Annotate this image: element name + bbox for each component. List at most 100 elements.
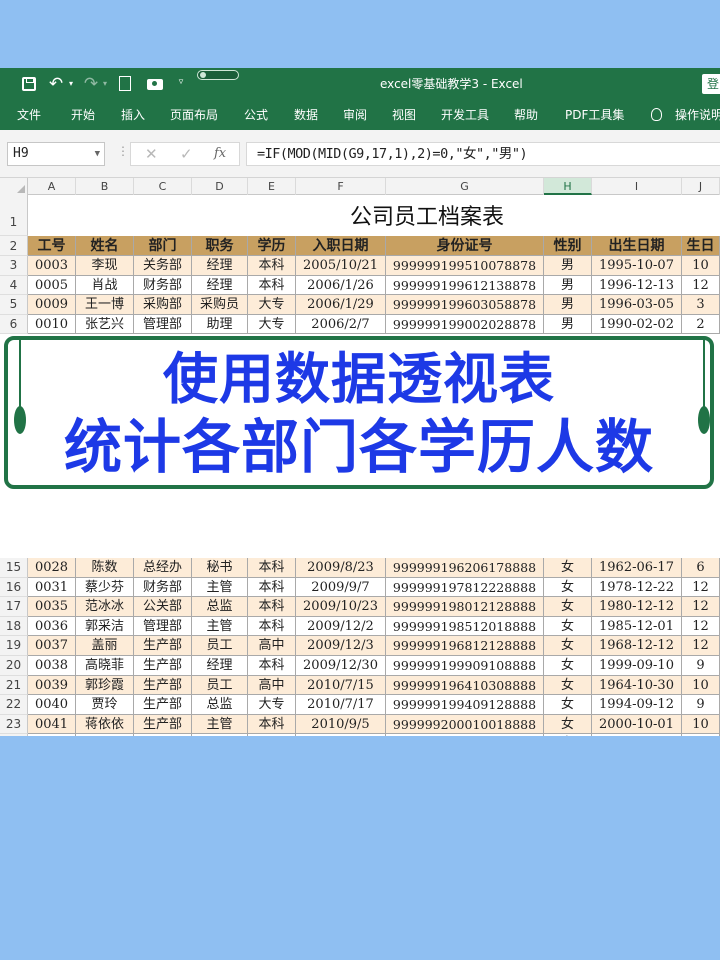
- table-cell[interactable]: 男: [544, 275, 592, 296]
- table-cell[interactable]: 999999199409128888: [386, 695, 544, 715]
- table-cell[interactable]: 1985-12-01: [592, 616, 682, 637]
- enter-icon[interactable]: ✓: [180, 144, 193, 164]
- table-cell[interactable]: 999999196812128888: [386, 636, 544, 656]
- table-cell[interactable]: 999999198512018888: [386, 616, 544, 637]
- table-cell[interactable]: 本科: [248, 616, 296, 637]
- cancel-icon[interactable]: ✕: [145, 144, 158, 164]
- tab-9[interactable]: 帮助: [514, 100, 538, 130]
- table-cell[interactable]: 2010/7/17: [296, 695, 386, 715]
- table-cell[interactable]: 女: [544, 577, 592, 598]
- row-header[interactable]: 18: [0, 616, 28, 637]
- header-cell[interactable]: 部门: [134, 236, 192, 256]
- table-cell[interactable]: 10: [682, 714, 720, 735]
- header-cell[interactable]: 入职日期: [296, 236, 386, 256]
- sheet-title[interactable]: 公司员工档案表: [134, 195, 720, 236]
- table-cell[interactable]: 男: [544, 295, 592, 315]
- row-header[interactable]: 23: [0, 714, 28, 735]
- tab-3[interactable]: 页面布局: [170, 100, 218, 130]
- table-cell[interactable]: 1996-12-13: [592, 275, 682, 296]
- table-cell[interactable]: 999999199612138878: [386, 275, 544, 296]
- table-cell[interactable]: 0028: [28, 558, 76, 578]
- table-cell[interactable]: 生产部: [134, 714, 192, 735]
- header-cell[interactable]: 生日: [682, 236, 720, 256]
- table-cell[interactable]: 999999199909108888: [386, 656, 544, 676]
- autosave-toggle[interactable]: [197, 70, 239, 80]
- table-cell[interactable]: 0003: [28, 256, 76, 276]
- table-cell[interactable]: 主管: [192, 714, 248, 735]
- table-cell[interactable]: 本科: [248, 558, 296, 578]
- table-cell[interactable]: 秘书: [192, 558, 248, 578]
- column-header-E[interactable]: E: [248, 178, 296, 195]
- table-cell[interactable]: 1995-10-07: [592, 256, 682, 276]
- table-cell[interactable]: 1999-09-10: [592, 656, 682, 676]
- row-header[interactable]: 20: [0, 656, 28, 676]
- table-cell[interactable]: 经理: [192, 256, 248, 276]
- table-cell[interactable]: 蔡少芬: [76, 577, 134, 598]
- insert-function-icon[interactable]: fx: [214, 144, 226, 164]
- table-cell[interactable]: 12: [682, 597, 720, 617]
- row-header[interactable]: 5: [0, 295, 28, 315]
- table-cell[interactable]: 1970-01-02: [592, 734, 682, 736]
- table-cell[interactable]: 女: [544, 597, 592, 617]
- table-cell[interactable]: 主管: [192, 577, 248, 598]
- table-cell[interactable]: 0040: [28, 695, 76, 715]
- column-header-A[interactable]: A: [28, 178, 76, 195]
- table-cell[interactable]: 2005/10/21: [296, 256, 386, 276]
- table-cell[interactable]: 2009/12/3: [296, 636, 386, 656]
- signin-button[interactable]: 登: [702, 74, 720, 94]
- table-cell[interactable]: 2006/1/29: [296, 295, 386, 315]
- table-cell[interactable]: 2000-10-01: [592, 714, 682, 735]
- table-cell[interactable]: 大专: [248, 295, 296, 315]
- table-cell[interactable]: 1978-12-22: [592, 577, 682, 598]
- table-cell[interactable]: 999999199002028878: [386, 314, 544, 335]
- table-cell[interactable]: 公关部: [134, 597, 192, 617]
- table-cell[interactable]: 1962-06-17: [592, 558, 682, 578]
- table-cell[interactable]: 9: [682, 695, 720, 715]
- table-cell[interactable]: 2009/9/7: [296, 577, 386, 598]
- column-header-B[interactable]: B: [76, 178, 134, 195]
- row-header[interactable]: 16: [0, 577, 28, 598]
- table-cell[interactable]: 999999197812228888: [386, 577, 544, 598]
- table-cell[interactable]: 2006/2/7: [296, 314, 386, 335]
- table-cell[interactable]: 本科: [248, 577, 296, 598]
- column-header-G[interactable]: G: [386, 178, 544, 195]
- undo-icon[interactable]: ↶: [47, 74, 65, 94]
- row-header-1[interactable]: 1: [0, 195, 28, 236]
- camera-icon[interactable]: [145, 74, 165, 94]
- table-cell[interactable]: 肖战: [76, 275, 134, 296]
- table-cell[interactable]: 2010/7/15: [296, 675, 386, 696]
- column-header-I[interactable]: I: [592, 178, 682, 195]
- table-cell[interactable]: 生产部: [134, 695, 192, 715]
- table-cell[interactable]: 员工: [192, 636, 248, 656]
- table-cell[interactable]: 经理: [192, 656, 248, 676]
- table-cell[interactable]: 采购部: [134, 295, 192, 315]
- table-cell[interactable]: 大专: [248, 314, 296, 335]
- table-cell[interactable]: 生产部: [134, 636, 192, 656]
- header-cell[interactable]: 性别: [544, 236, 592, 256]
- column-header-F[interactable]: F: [296, 178, 386, 195]
- table-cell[interactable]: 2: [682, 314, 720, 335]
- table-cell[interactable]: 0009: [28, 295, 76, 315]
- table-cell[interactable]: 12: [682, 616, 720, 637]
- table-cell[interactable]: 0031: [28, 577, 76, 598]
- table-cell[interactable]: 12: [682, 577, 720, 598]
- table-cell[interactable]: 大专: [248, 695, 296, 715]
- formula-input[interactable]: =IF(MOD(MID(G9,17,1),2)=0,"女","男"): [246, 142, 720, 166]
- row-header[interactable]: 21: [0, 675, 28, 696]
- table-cell[interactable]: 2010/11/3: [296, 734, 386, 736]
- table-cell[interactable]: 0035: [28, 597, 76, 617]
- table-cell[interactable]: 生产部: [134, 656, 192, 676]
- print-preview-icon[interactable]: [116, 74, 134, 94]
- table-cell[interactable]: 管理部: [134, 314, 192, 335]
- table-cell[interactable]: 女: [544, 636, 592, 656]
- table-cell[interactable]: 0041: [28, 714, 76, 735]
- redo-dropdown-icon[interactable]: ▾: [101, 74, 109, 94]
- row-header[interactable]: 17: [0, 597, 28, 617]
- table-cell[interactable]: 主管: [192, 734, 248, 736]
- table-cell[interactable]: 本科: [248, 734, 296, 736]
- table-cell[interactable]: 0005: [28, 275, 76, 296]
- table-cell[interactable]: 采购员: [192, 295, 248, 315]
- table-cell[interactable]: 本科: [248, 275, 296, 296]
- table-cell[interactable]: 经理: [192, 275, 248, 296]
- header-cell[interactable]: 身份证号: [386, 236, 544, 256]
